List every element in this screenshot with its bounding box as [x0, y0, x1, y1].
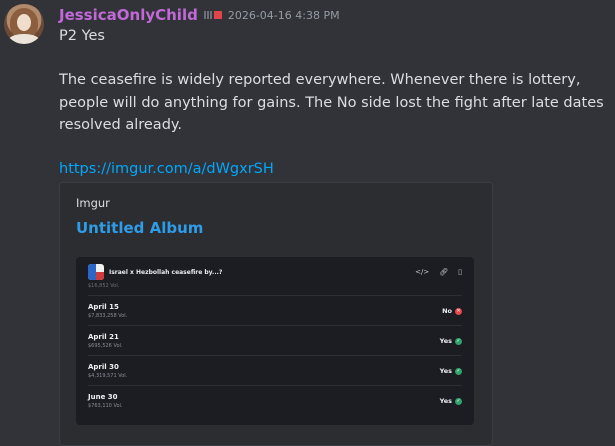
result-label: Yes — [439, 397, 452, 405]
row-volume: $7,833,258 Vol. — [88, 313, 128, 319]
row-result: Yes ✓ — [440, 367, 462, 375]
bookmark-icon: ▯ — [458, 268, 462, 276]
market-row: June 30 $763,110 Vol. Yes ✓ — [88, 385, 462, 416]
result-label: No — [442, 307, 452, 315]
x-circle-icon: ✕ — [455, 307, 462, 315]
row-result: Yes ✓ — [440, 337, 462, 345]
market-title: Israel x Hezbollah ceasefire by...? — [109, 268, 223, 276]
code-icon: </> — [415, 268, 430, 276]
market-row: April 21 $695,526 Vol. Yes ✓ — [88, 325, 462, 356]
check-circle-icon: ✓ — [455, 337, 462, 345]
row-result: No ✕ — [442, 307, 462, 315]
row-volume: $695,526 Vol. — [88, 343, 123, 349]
role-badge-icon[interactable] — [203, 11, 222, 19]
check-circle-icon: ✓ — [455, 367, 462, 375]
row-date: April 30 — [88, 363, 119, 371]
red-square-icon — [213, 11, 222, 19]
user-avatar[interactable] — [4, 4, 44, 44]
row-result: Yes ✓ — [440, 397, 462, 405]
message-line-1: P2 Yes — [59, 28, 105, 44]
row-date: June 30 — [88, 393, 118, 401]
link-embed: Imgur Untitled Album Israel x Hezbollah … — [59, 182, 493, 446]
avatar-shirt — [8, 34, 40, 44]
imgur-link[interactable]: https://imgur.com/a/dWgxrSH — [59, 161, 274, 177]
faded-volume-text: $16,852 Vol. — [88, 283, 120, 289]
row-date: April 21 — [88, 333, 119, 341]
result-label: Yes — [439, 367, 452, 375]
row-date: April 15 — [88, 303, 119, 311]
embed-title-link[interactable]: Untitled Album — [76, 219, 203, 237]
message-paragraph-line-3: resolved already. — [59, 117, 183, 133]
result-label: Yes — [439, 337, 452, 345]
username[interactable]: JessicaOnlyChild — [59, 6, 198, 24]
grid-icon — [203, 11, 212, 19]
flag-thumbnail-icon — [88, 264, 104, 280]
message-paragraph-line-1: The ceasefire is widely reported everywh… — [59, 72, 581, 88]
embed-provider[interactable]: Imgur — [76, 196, 110, 210]
message-paragraph-line-2: people will do anything for gains. The N… — [59, 95, 604, 111]
message-header: JessicaOnlyChild 2026-04-16 4:38 PM — [59, 5, 340, 25]
row-volume: $4,319,571 Vol. — [88, 373, 128, 379]
link-icon: 🔗︎ — [439, 268, 449, 276]
market-row: April 30 $4,319,571 Vol. Yes ✓ — [88, 355, 462, 386]
check-circle-icon: ✓ — [455, 397, 462, 405]
market-header: Israel x Hezbollah ceasefire by...? </> … — [88, 263, 462, 281]
embed-image[interactable]: Israel x Hezbollah ceasefire by...? </> … — [76, 257, 474, 425]
avatar-face — [17, 14, 31, 31]
market-row: April 15 $7,833,258 Vol. No ✕ — [88, 295, 462, 326]
message-timestamp: 2026-04-16 4:38 PM — [227, 8, 340, 22]
row-volume: $763,110 Vol. — [88, 403, 123, 409]
